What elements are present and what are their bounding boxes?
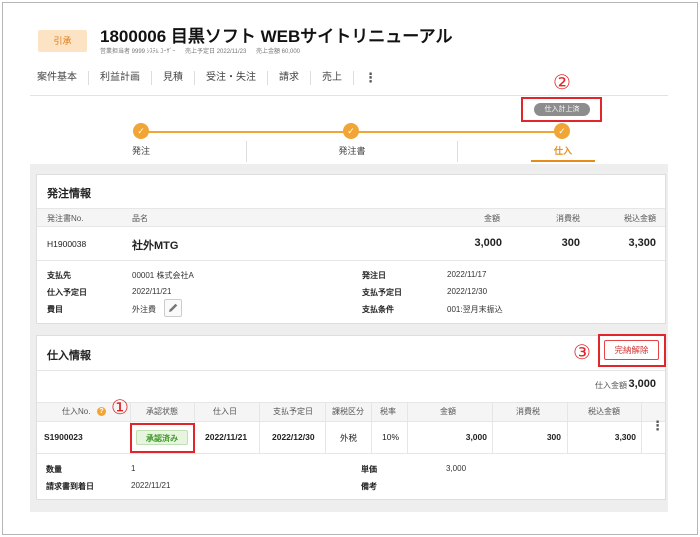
column-divider xyxy=(325,403,326,453)
annotation-number-3: ③ xyxy=(573,340,591,364)
label-unit-price: 単価 xyxy=(361,465,377,474)
column-divider xyxy=(371,403,372,453)
column-divider xyxy=(567,403,568,453)
value-quantity: 1 xyxy=(131,464,136,473)
payment-date: 2022/12/30 xyxy=(272,432,315,442)
purchase-info-title: 仕入情報 xyxy=(47,350,91,362)
value-payment-terms: 001:翌月末振込 xyxy=(447,305,503,314)
step-check-icon: ✓ xyxy=(343,123,359,139)
step-order-document[interactable]: 発注書 xyxy=(246,141,457,162)
purchase-tax: 300 xyxy=(546,432,561,442)
divider xyxy=(37,453,665,454)
column-divider xyxy=(407,403,408,453)
item-name: 社外MTG xyxy=(132,240,179,252)
step-purchase[interactable]: 仕入 xyxy=(457,141,668,162)
tax-rate: 10% xyxy=(382,432,400,442)
purchase-date: 2022/11/21 xyxy=(205,432,248,442)
meta-sales-rep: 営業担当者 9999 ｼｽﾃﾑ ﾕｰｻﾞｰ xyxy=(100,49,176,55)
purchase-amount: 3,000 xyxy=(465,432,487,442)
value-order-date: 2022/11/17 xyxy=(447,270,487,279)
col-item-name: 品名 xyxy=(132,214,148,223)
tab-order-status[interactable]: 受注・失注 xyxy=(195,71,268,85)
label-expense-item: 費目 xyxy=(47,305,63,314)
purchase-total: 3,300 xyxy=(614,432,636,442)
step-check-icon: ✓ xyxy=(554,123,570,139)
column-divider xyxy=(492,403,493,453)
label-payment-date: 支払予定日 xyxy=(362,288,402,297)
label-invoice-arrival: 請求書到着日 xyxy=(46,482,94,491)
tab-profit-plan[interactable]: 利益計画 xyxy=(89,71,152,85)
purchase-total-value: 3,000 xyxy=(628,378,656,390)
help-icon[interactable]: ? xyxy=(97,407,106,416)
divider xyxy=(37,370,665,371)
col-approval-status: 承認状態 xyxy=(146,407,178,416)
row-menu-icon[interactable]: ⋮ xyxy=(651,418,664,434)
annotation-box-1 xyxy=(130,423,195,453)
annotation-box-3 xyxy=(598,334,666,367)
col-purchase-no: 仕入No. xyxy=(62,407,91,416)
col-tax-type: 課税区分 xyxy=(332,407,364,416)
meta-sales-date: 売上予定日 2022/11/23 xyxy=(185,49,247,55)
value-payee: 00001 株式会社A xyxy=(132,271,194,280)
col-tax: 消費税 xyxy=(556,214,580,223)
divider xyxy=(30,95,668,96)
order-total: 3,300 xyxy=(628,237,656,249)
tab-project-basic[interactable]: 案件基本 xyxy=(30,71,89,85)
label-quantity: 数量 xyxy=(46,465,62,474)
order-info-card: 発注情報 発注書No. 品名 金額 消費税 税込金額 H1900038 社外MT… xyxy=(36,174,666,324)
label-remarks: 備考 xyxy=(361,482,377,491)
more-tabs-icon[interactable]: ⋮ xyxy=(354,71,387,85)
label-payee: 支払先 xyxy=(47,271,71,280)
col-tax: 消費税 xyxy=(516,407,540,416)
annotation-box-2 xyxy=(521,97,602,122)
purchase-total-label: 仕入金額 xyxy=(595,381,627,390)
label-purchase-date: 仕入予定日 xyxy=(47,288,87,297)
order-no: H1900038 xyxy=(47,239,87,249)
pencil-icon xyxy=(169,303,178,312)
tab-estimate[interactable]: 見積 xyxy=(152,71,195,85)
label-order-date: 発注日 xyxy=(362,271,386,280)
col-tax-rate: 税率 xyxy=(380,407,396,416)
col-total: 税込金額 xyxy=(588,407,620,416)
project-tabs: 案件基本 利益計画 見積 受注・失注 請求 売上 ⋮ xyxy=(30,66,387,90)
tax-type: 外税 xyxy=(340,433,358,443)
col-order-no: 発注書No. xyxy=(47,214,84,223)
value-purchase-date: 2022/11/21 xyxy=(132,287,172,296)
project-meta: 営業担当者 9999 ｼｽﾃﾑ ﾕｰｻﾞｰ 売上予定日 2022/11/23 売… xyxy=(100,46,308,55)
step-check-icon: ✓ xyxy=(133,123,149,139)
progress-steps: 発注 発注書 仕入 xyxy=(36,141,668,162)
label-payment-terms: 支払条件 xyxy=(362,305,394,314)
value-invoice-arrival: 2022/11/21 xyxy=(131,481,171,490)
col-purchase-date: 仕入日 xyxy=(213,407,237,416)
active-step-underline xyxy=(531,160,595,162)
meta-sales-amount: 売上金額 60,000 xyxy=(255,49,300,55)
tab-billing[interactable]: 請求 xyxy=(268,71,311,85)
tab-sales[interactable]: 売上 xyxy=(311,71,354,85)
col-amount: 金額 xyxy=(440,407,456,416)
order-tax: 300 xyxy=(561,237,580,249)
order-info-title: 発注情報 xyxy=(47,188,91,200)
col-payment-date: 支払予定日 xyxy=(273,407,313,416)
step-label: 発注書 xyxy=(338,146,366,156)
annotation-number-1: ① xyxy=(111,395,129,419)
purchase-no: S1900023 xyxy=(44,432,83,442)
col-amount: 金額 xyxy=(484,214,500,223)
step-label: 発注 xyxy=(131,146,150,156)
value-expense-item: 外注費 xyxy=(132,305,156,314)
value-unit-price: 3,000 xyxy=(446,464,467,473)
annotation-number-2: ② xyxy=(553,70,571,94)
edit-button[interactable] xyxy=(164,299,182,317)
step-label: 仕入 xyxy=(553,146,572,156)
col-total: 税込金額 xyxy=(624,214,656,223)
column-divider xyxy=(259,403,260,453)
order-amount: 3,000 xyxy=(474,237,502,249)
value-payment-date: 2022/12/30 xyxy=(447,287,488,296)
column-divider xyxy=(641,403,642,453)
project-status-badge: 引承 xyxy=(38,30,87,52)
divider xyxy=(37,260,665,261)
page-title: 1800006 目黒ソフト WEBサイトリニューアル xyxy=(100,27,453,46)
order-table-header: 発注書No. 品名 金額 消費税 税込金額 xyxy=(37,208,665,227)
step-order[interactable]: 発注 xyxy=(36,141,246,162)
